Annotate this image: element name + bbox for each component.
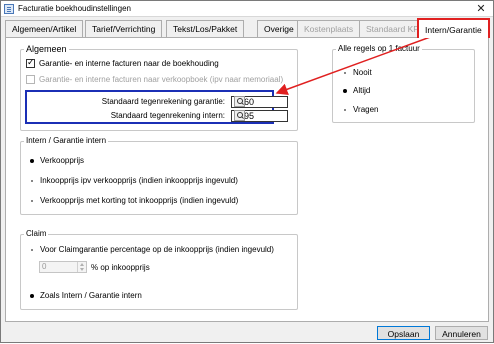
settings-dialog: Facturatie boekhoudinstellingen ✕ Algeme… — [0, 0, 494, 343]
claim-percentage-suffix: % op inkoopprijs — [91, 263, 150, 272]
verkoopprijs-label: Verkoopprijs — [40, 156, 85, 165]
close-button[interactable]: ✕ — [471, 2, 491, 16]
altijd-label: Altijd — [353, 86, 371, 95]
nooit-radio[interactable] — [340, 68, 349, 77]
internal-account-lookup-icon[interactable] — [234, 110, 245, 121]
claim-option-same[interactable]: Zoals Intern / Garantie intern — [27, 291, 142, 300]
vragen-label: Vragen — [353, 105, 379, 114]
warranty-account-label: Standaard tegenrekening garantie: — [101, 97, 225, 106]
claim-legend: Claim — [26, 229, 47, 238]
cancel-button[interactable]: Annuleren — [435, 326, 488, 340]
per-invoice-option-nooit[interactable]: Nooit — [340, 68, 372, 77]
spinner-arrows-icon — [77, 262, 86, 272]
internal-account-label: Standaard tegenrekening intern: — [110, 111, 225, 120]
claim-percentage-radio[interactable] — [27, 245, 36, 254]
tab-algemeen-artikel[interactable]: Algemeen/Artikel — [5, 20, 84, 37]
app-icon — [4, 4, 14, 14]
inkoopprijs-radio[interactable] — [27, 176, 36, 185]
sales-book-checkbox-row: Garantie- en interne facturen naar verko… — [26, 75, 284, 85]
booking-checkbox-label: Garantie- en interne facturen naar de bo… — [39, 59, 219, 68]
claim-percentage-label: Voor Claimgarantie percentage op de inko… — [40, 245, 274, 254]
per-invoice-option-vragen[interactable]: Vragen — [340, 105, 379, 114]
altijd-radio[interactable] — [340, 86, 349, 95]
nooit-label: Nooit — [353, 68, 372, 77]
tab-kostenplaats: Kostenplaats — [297, 20, 361, 37]
internal-warranty-legend: Intern / Garantie intern — [26, 136, 107, 145]
internal-option-inkoopprijs[interactable]: Inkoopprijs ipv verkoopprijs (indien ink… — [27, 176, 238, 185]
vragen-radio[interactable] — [340, 105, 349, 114]
tab-standaard-kp: Standaard KP — [359, 20, 426, 37]
tab-intern-garantie[interactable]: Intern/Garantie — [417, 18, 490, 38]
per-invoice-legend: Alle regels op 1 factuur — [338, 44, 420, 53]
tab-overige[interactable]: Overige — [257, 20, 301, 37]
booking-checkbox[interactable] — [26, 57, 35, 69]
claim-same-radio[interactable] — [27, 291, 36, 300]
korting-label: Verkoopprijs met korting tot inkoopprijs… — [40, 196, 239, 205]
sales-book-checkbox — [26, 75, 35, 85]
korting-radio[interactable] — [27, 196, 36, 205]
tab-tarief-verrichting[interactable]: Tarief/Verrichting — [85, 20, 163, 37]
internal-option-korting[interactable]: Verkoopprijs met korting tot inkoopprijs… — [27, 196, 238, 205]
inkoopprijs-label: Inkoopprijs ipv verkoopprijs (indien ink… — [40, 176, 238, 185]
tab-strip: Algemeen/Artikel Tarief/Verrichting Teks… — [5, 18, 490, 38]
booking-checkbox-row[interactable]: Garantie- en interne facturen naar de bo… — [26, 57, 219, 69]
sales-book-checkbox-label: Garantie- en interne facturen naar verko… — [39, 75, 284, 84]
warranty-account-lookup-icon[interactable] — [234, 96, 245, 107]
claim-percentage-value: 0 — [42, 262, 47, 271]
window-title: Facturatie boekhoudinstellingen — [18, 4, 131, 13]
per-invoice-option-altijd[interactable]: Altijd — [340, 86, 370, 95]
claim-same-label: Zoals Intern / Garantie intern — [40, 291, 142, 300]
general-legend: Algemeen — [26, 44, 67, 54]
internal-option-verkoopprijs[interactable]: Verkoopprijs — [27, 156, 84, 165]
claim-percentage-spinner: 0 — [39, 261, 87, 273]
claim-option-percentage[interactable]: Voor Claimgarantie percentage op de inko… — [27, 245, 274, 254]
verkoopprijs-radio[interactable] — [27, 156, 36, 165]
tab-tekst-los-pakket[interactable]: Tekst/Los/Pakket — [166, 20, 245, 37]
save-button[interactable]: Opslaan — [377, 326, 430, 340]
title-bar: Facturatie boekhoudinstellingen ✕ — [1, 1, 493, 17]
